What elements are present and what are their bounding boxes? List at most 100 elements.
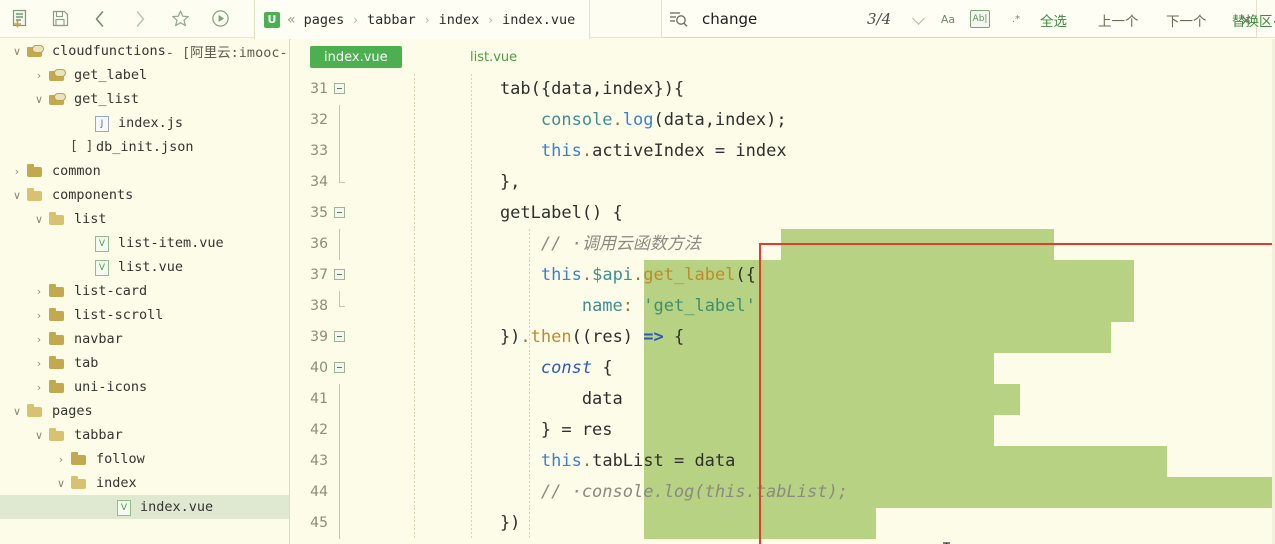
tree-item-cloudfunctions[interactable]: ∨ cloudfunctions - [阿里云:imooc- [0, 39, 289, 63]
tree-item-common[interactable]: › common [0, 159, 289, 183]
chevron-right-icon[interactable]: › [54, 452, 68, 466]
code-lines[interactable]: 31 tab({data,index}){32 console.log(data… [291, 74, 1275, 544]
code-line[interactable]: 33 this.activeIndex = index [291, 136, 1275, 167]
code-line[interactable]: 37 this.$api.get_label({ [291, 260, 1275, 291]
chevron-right-icon[interactable]: › [32, 332, 46, 346]
code-line[interactable]: 39 }).then((res) => { [291, 322, 1275, 353]
code-line[interactable]: 34 }, [291, 167, 1275, 198]
code-line[interactable]: 35 getLabel() { [291, 198, 1275, 229]
tree-item-tabbar[interactable]: ∨ tabbar [0, 423, 289, 447]
chevron-right-icon[interactable]: › [32, 68, 46, 82]
tree-item-components[interactable]: ∨ components [0, 183, 289, 207]
breadcrumb-item-index[interactable]: index [439, 12, 480, 28]
tree-item-tab[interactable]: › tab [0, 351, 289, 375]
chevron-down-icon[interactable]: ∨ [10, 404, 24, 418]
tree-item-index[interactable]: ∨ index [0, 471, 289, 495]
code-line[interactable]: 36 // ·调用云函数方法 [291, 229, 1275, 260]
tree-item-uni-icons[interactable]: › uni-icons [0, 375, 289, 399]
code-line[interactable]: 42 } = res [291, 415, 1275, 446]
tree-item-db-init-json[interactable]: [ ] db_init.json [0, 135, 289, 159]
forward-icon[interactable] [120, 0, 160, 38]
toggle-replace-button[interactable]: 替换区<< [1232, 10, 1275, 30]
breadcrumb-item-pages[interactable]: pages [304, 12, 345, 28]
chevron-down-icon[interactable] [912, 12, 925, 25]
code-line[interactable]: 41 data [291, 384, 1275, 415]
previous-match-button[interactable]: 上一个 [1098, 10, 1139, 30]
match-word-icon[interactable]: Ab| [970, 10, 990, 28]
match-count-label: 3/4 [867, 9, 892, 28]
chevron-down-icon[interactable]: ∨ [32, 428, 46, 442]
code-text: }).then((res) => { [459, 322, 684, 353]
code-token-plain: (data,index); [653, 110, 787, 130]
tab-index-vue[interactable]: index.vue [310, 46, 402, 68]
save-icon[interactable] [40, 0, 80, 38]
tree-item-list-card[interactable]: › list-card [0, 279, 289, 303]
search-input[interactable]: change [702, 10, 757, 28]
indent-guide [529, 508, 530, 539]
tree-item-index-vue[interactable]: index.vue [0, 495, 289, 519]
line-number: 42 [310, 422, 328, 438]
code-text: data [459, 384, 623, 415]
breadcrumb-item-tabbar[interactable]: tabbar [367, 12, 416, 28]
select-all-button[interactable]: 全选 [1040, 10, 1067, 30]
fold-collapse-icon[interactable] [334, 331, 345, 342]
code-line[interactable]: 38 name: 'get_label' [291, 291, 1275, 322]
folder-icon [26, 163, 45, 179]
tab-list-vue[interactable]: list.vue [456, 46, 531, 68]
tree-item-follow[interactable]: › follow [0, 447, 289, 471]
code-line[interactable]: 44 // ·console.log(this.tabList); [291, 477, 1275, 508]
tree-item-pages[interactable]: ∨ pages [0, 399, 289, 423]
code-line[interactable]: 32 console.log(data,index); [291, 105, 1275, 136]
code-line[interactable]: 40 const { [291, 353, 1275, 384]
chevron-right-icon[interactable]: › [10, 164, 24, 178]
match-word-label: Ab| [972, 14, 988, 24]
tree-item-navbar[interactable]: › navbar [0, 327, 289, 351]
next-match-button[interactable]: 下一个 [1166, 10, 1207, 30]
code-token-arrow: => [643, 327, 664, 347]
run-icon[interactable] [200, 0, 240, 38]
chevron-right-icon[interactable]: › [32, 308, 46, 322]
chevron-right-icon[interactable]: › [32, 356, 46, 370]
code-line[interactable]: 31 tab({data,index}){ [291, 74, 1275, 105]
tree-item-list-scroll[interactable]: › list-scroll [0, 303, 289, 327]
new-file-icon[interactable] [0, 0, 40, 38]
fold-collapse-icon[interactable] [334, 207, 345, 218]
chevron-down-icon[interactable]: ∨ [32, 212, 46, 226]
tree-item-list-item-vue[interactable]: list-item.vue [0, 231, 289, 255]
tree-item-label: get_list [74, 91, 140, 107]
code-token-dot: . [633, 265, 644, 285]
chevron-right-icon[interactable]: › [32, 380, 46, 394]
tree-item-get-label[interactable]: › get_label [0, 63, 289, 87]
fold-collapse-icon[interactable] [334, 269, 345, 280]
code-token-prop: $api [592, 265, 634, 285]
code-token-kw: const [540, 358, 593, 378]
chevron-right-icon: › [353, 12, 359, 27]
match-case-icon[interactable]: Aa [938, 10, 958, 28]
chevron-down-icon[interactable]: ∨ [32, 92, 46, 106]
chevron-down-icon[interactable]: ∨ [10, 44, 24, 58]
fold-collapse-icon[interactable] [334, 83, 345, 94]
regex-icon[interactable]: .* [1006, 10, 1026, 28]
breadcrumb-collapse-icon[interactable]: « [287, 12, 296, 28]
tree-item-index-js[interactable]: index.js [0, 111, 289, 135]
folder-icon [48, 355, 67, 371]
tree-item-list[interactable]: ∨ list [0, 207, 289, 231]
code-line[interactable]: 43 this.tabList = data [291, 446, 1275, 477]
back-icon[interactable] [80, 0, 120, 38]
tree-item-get-list[interactable]: ∨ get_list [0, 87, 289, 111]
tree-item-list-vue[interactable]: list.vue [0, 255, 289, 279]
chevron-down-icon[interactable]: ∨ [54, 476, 68, 490]
code-text: this.$api.get_label({ [459, 260, 756, 291]
code-line[interactable]: 45 }) [291, 508, 1275, 539]
project-file-tree[interactable]: ∨ cloudfunctions - [阿里云:imooc- › get_label ∨… [0, 39, 290, 544]
breadcrumb-item-index-vue[interactable]: index.vue [502, 12, 575, 28]
close-icon[interactable]: × [1240, 11, 1253, 29]
fold-guide [339, 508, 340, 539]
line-number: 33 [310, 143, 328, 159]
chevron-down-icon[interactable]: ∨ [10, 188, 24, 202]
code-token-plain: { [663, 327, 685, 347]
indent-guide [414, 167, 415, 198]
chevron-right-icon[interactable]: › [32, 284, 46, 298]
fold-collapse-icon[interactable] [334, 362, 345, 373]
bookmark-icon[interactable] [160, 0, 200, 38]
